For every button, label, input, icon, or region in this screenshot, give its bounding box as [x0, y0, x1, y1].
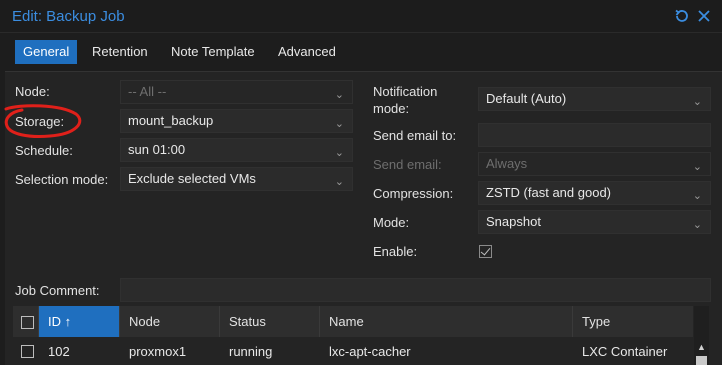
send-email-to-input[interactable]	[478, 123, 711, 147]
cell-status: running	[229, 344, 273, 359]
mode-label: Mode:	[373, 215, 410, 230]
selection-mode-label: Selection mode:	[15, 172, 109, 187]
tab-retention[interactable]: Retention	[84, 40, 156, 64]
compression-select[interactable]: ZSTD (fast and good) ⌄	[478, 181, 711, 205]
window-title-bar: Edit: Backup Job	[0, 0, 722, 33]
schedule-select[interactable]: sun 01:00 ⌄	[120, 138, 353, 162]
notification-mode-label-line1: Notification	[373, 84, 438, 99]
vm-grid-header: ID ↑ Node Status Name Type	[13, 306, 693, 337]
scroll-thumb[interactable]	[696, 356, 707, 365]
select-all-column[interactable]	[13, 306, 39, 337]
storage-select[interactable]: mount_backup ⌄	[120, 109, 353, 133]
table-row[interactable]: 102 proxmox1 running lxc-apt-cacher LXC …	[13, 338, 693, 365]
chevron-down-icon: ⌄	[334, 118, 344, 130]
mode-value: Snapshot	[486, 214, 541, 229]
job-comment-input[interactable]	[120, 278, 711, 302]
column-name[interactable]: Name	[320, 306, 573, 337]
chevron-down-icon: ⌄	[692, 190, 702, 202]
send-email-to-label: Send email to:	[373, 128, 457, 143]
select-all-checkbox[interactable]	[21, 316, 34, 329]
grid-scrollbar[interactable]: ▲	[694, 306, 709, 365]
node-value: -- All --	[128, 84, 167, 99]
chevron-down-icon: ⌄	[334, 147, 344, 159]
send-email-select[interactable]: Always ⌄	[478, 152, 711, 176]
notification-mode-select[interactable]: Default (Auto) ⌄	[478, 87, 711, 111]
compression-value: ZSTD (fast and good)	[486, 185, 611, 200]
column-id[interactable]: ID ↑	[39, 306, 120, 337]
node-label: Node:	[15, 84, 50, 99]
chevron-down-icon: ⌄	[692, 96, 702, 108]
reset-icon[interactable]	[673, 7, 691, 25]
job-comment-label: Job Comment:	[15, 283, 100, 298]
chevron-down-icon: ⌄	[334, 176, 344, 188]
column-type[interactable]: Type	[573, 306, 693, 337]
chevron-down-icon: ⌄	[692, 161, 702, 173]
cell-node: proxmox1	[129, 344, 187, 359]
schedule-label: Schedule:	[15, 143, 73, 158]
cell-name: lxc-apt-cacher	[329, 344, 411, 359]
compression-label: Compression:	[373, 186, 454, 201]
close-icon[interactable]	[695, 7, 713, 25]
mode-select[interactable]: Snapshot ⌄	[478, 210, 711, 234]
row-checkbox[interactable]	[21, 345, 34, 358]
tab-advanced[interactable]: Advanced	[270, 40, 344, 64]
chevron-down-icon: ⌄	[334, 89, 344, 101]
send-email-label: Send email:	[373, 157, 442, 172]
tab-bar: General Retention Note Template Advanced	[0, 33, 722, 71]
cell-type: LXC Container	[582, 344, 668, 359]
tab-general[interactable]: General	[15, 40, 78, 64]
schedule-value: sun 01:00	[128, 142, 186, 157]
enable-checkbox[interactable]	[479, 245, 492, 258]
column-node[interactable]: Node	[120, 306, 220, 337]
selection-mode-select[interactable]: Exclude selected VMs ⌄	[120, 167, 353, 191]
notification-mode-label-line2: mode:	[373, 101, 410, 116]
window-title: Edit: Backup Job	[12, 8, 125, 25]
tab-note-template[interactable]: Note Template	[163, 40, 263, 64]
chevron-down-icon: ⌄	[692, 219, 702, 231]
enable-label: Enable:	[373, 244, 418, 259]
column-status[interactable]: Status	[220, 306, 320, 337]
checkmark-icon	[480, 245, 491, 256]
scroll-up-icon[interactable]: ▲	[694, 340, 709, 354]
cell-id: 102	[48, 344, 70, 359]
storage-label: Storage:	[15, 114, 65, 129]
selection-mode-value: Exclude selected VMs	[128, 171, 256, 186]
node-select[interactable]: -- All -- ⌄	[120, 80, 353, 104]
send-email-value: Always	[486, 156, 528, 171]
storage-value: mount_backup	[128, 113, 214, 128]
notification-mode-value: Default (Auto)	[486, 91, 567, 106]
